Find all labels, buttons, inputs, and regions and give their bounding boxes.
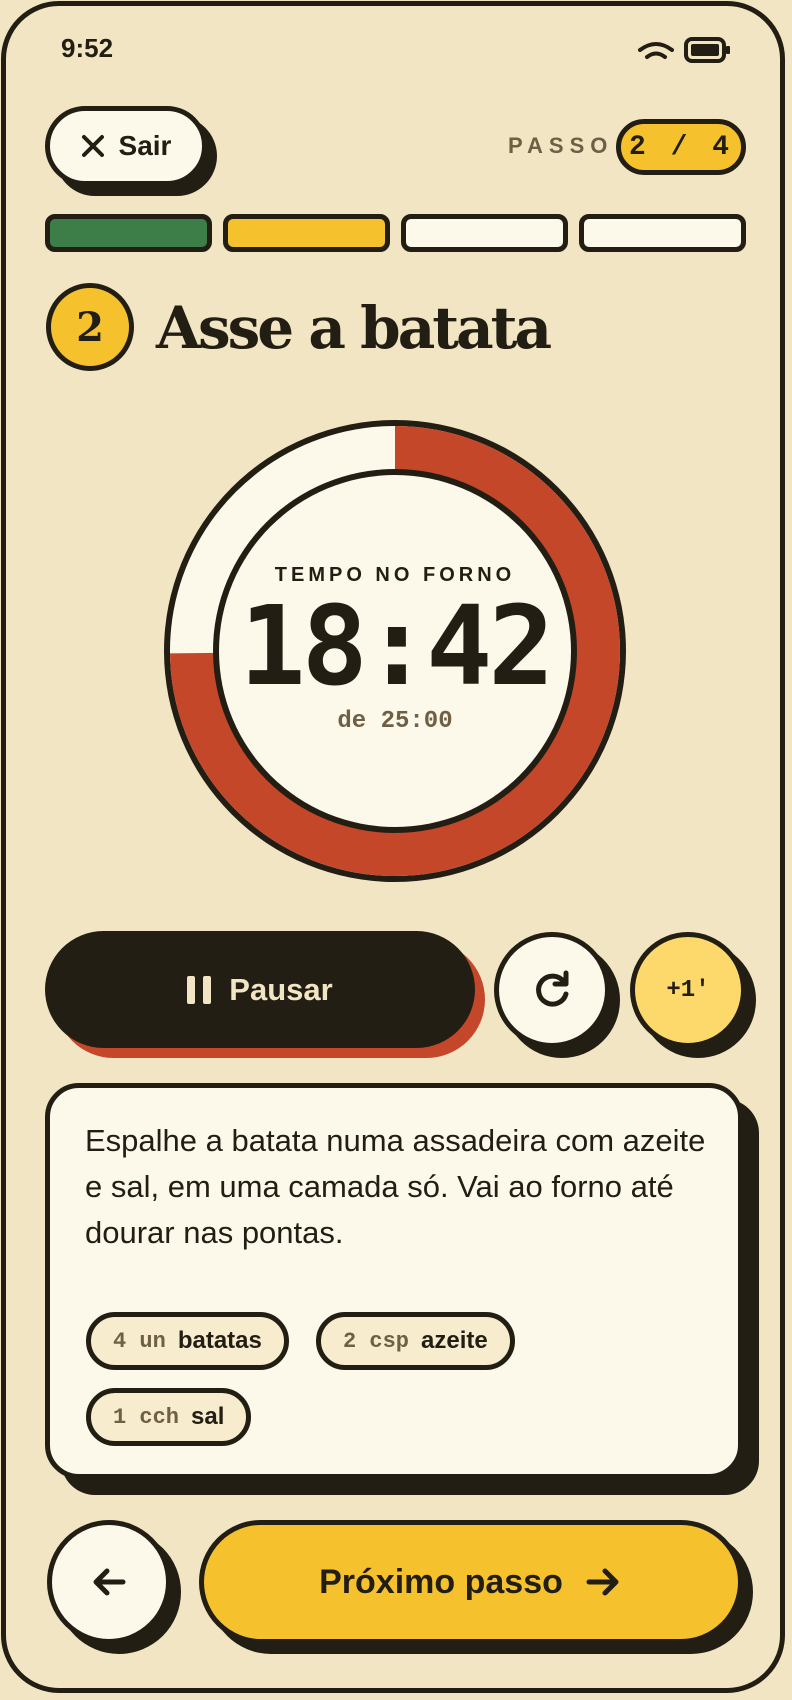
step-title: Asse a batata — [156, 294, 552, 362]
step-counter: 2 / 4 — [616, 119, 746, 175]
wifi-icon — [638, 42, 674, 59]
status-icons — [636, 36, 732, 69]
exit-button[interactable]: Sair — [45, 106, 207, 186]
restart-button[interactable] — [494, 932, 610, 1048]
step-label: PASSO — [508, 133, 614, 158]
ingredient-name: batatas — [177, 1327, 262, 1354]
ingredient-qty: 4 un — [113, 1328, 166, 1354]
timer-total: de 25:00 — [337, 708, 453, 735]
ingredient-chip: 2 csp azeite — [316, 1312, 515, 1370]
ingredient-chip: 1 cch sal — [86, 1388, 252, 1446]
instruction-text: Espalhe a batata numa assadeira com azei… — [85, 1123, 706, 1250]
progress-segment-3 — [401, 214, 568, 252]
step-number-badge: 2 — [46, 283, 134, 371]
arrow-left-icon — [93, 1568, 126, 1596]
exit-label: Sair — [118, 130, 172, 161]
ingredient-name: sal — [191, 1403, 225, 1430]
battery-icon — [684, 37, 730, 63]
ingredient-qty: 2 csp — [343, 1328, 410, 1354]
timer-remaining: 18:42 — [239, 582, 554, 710]
arrow-right-icon — [586, 1568, 619, 1596]
pause-label: Pausar — [229, 971, 333, 1007]
progress-segment-1 — [45, 214, 212, 252]
progress-segment-4 — [579, 214, 746, 252]
add-minute-label: +1' — [666, 976, 710, 1004]
next-step-label: Próximo passo — [319, 1562, 563, 1601]
progress-segment-2 — [223, 214, 390, 252]
close-icon — [81, 135, 104, 157]
pause-button[interactable]: Pausar — [45, 931, 475, 1048]
back-button[interactable] — [47, 1520, 171, 1644]
pause-icon — [187, 975, 212, 1004]
add-minute-button[interactable]: +1' — [630, 932, 746, 1048]
ingredient-name: azeite — [421, 1327, 488, 1354]
refresh-icon — [536, 970, 569, 1007]
ingredient-qty: 1 cch — [113, 1404, 180, 1430]
status-time: 9:52 — [61, 33, 114, 63]
ingredient-chip: 4 un batatas — [86, 1312, 289, 1370]
next-step-button[interactable]: Próximo passo — [199, 1520, 743, 1644]
